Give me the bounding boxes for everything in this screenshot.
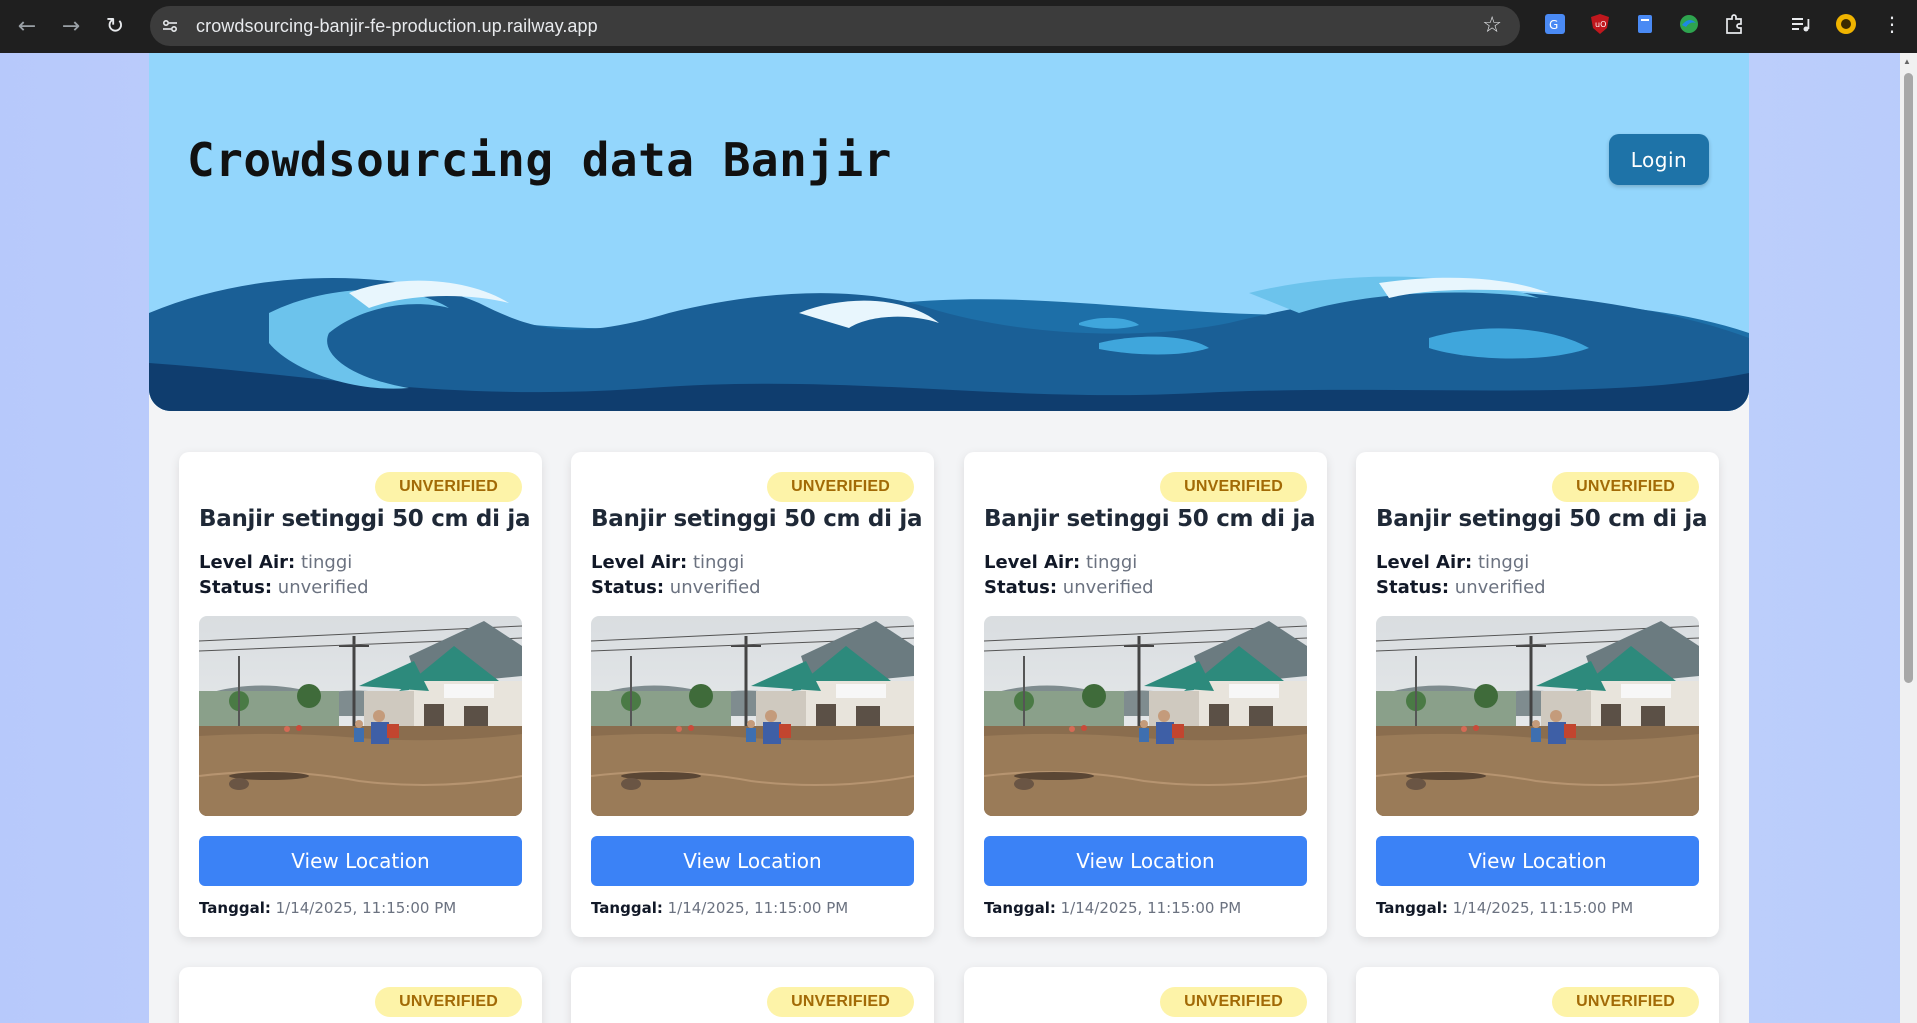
svg-text:G: G bbox=[1549, 18, 1558, 32]
status-badge: UNVERIFIED bbox=[375, 987, 522, 1017]
status-badge: UNVERIFIED bbox=[1160, 987, 1307, 1017]
date-info: Tanggal: 1/14/2025, 11:15:00 PM bbox=[199, 899, 456, 917]
flood-photo bbox=[984, 616, 1307, 816]
level-label: Level Air: bbox=[984, 552, 1081, 573]
date-info: Tanggal: 1/14/2025, 11:15:00 PM bbox=[984, 899, 1241, 917]
status-label: Status: bbox=[984, 577, 1058, 598]
report-card: UNVERIFIED Banjir setinggi 50 cm di jala… bbox=[571, 452, 934, 937]
level-info: Level Air: tinggi bbox=[199, 552, 352, 573]
status-info: Status: unverified bbox=[984, 577, 1154, 598]
hero-header: Crowdsourcing data Banjir Login bbox=[149, 53, 1749, 411]
date-label: Tanggal: bbox=[1376, 899, 1448, 917]
status-value: unverified bbox=[669, 577, 761, 598]
report-card: UNVERIFIED bbox=[964, 967, 1327, 1023]
report-card: UNVERIFIED bbox=[179, 967, 542, 1023]
view-location-button[interactable]: View Location bbox=[1376, 836, 1699, 886]
date-label: Tanggal: bbox=[984, 899, 1056, 917]
level-value: tinggi bbox=[1085, 552, 1138, 573]
level-info: Level Air: tinggi bbox=[1376, 552, 1529, 573]
bookmark-star-icon[interactable]: ☆ bbox=[1482, 13, 1502, 38]
page-container: Crowdsourcing data Banjir Login UNVERIFI… bbox=[149, 53, 1749, 1023]
flood-photo bbox=[199, 616, 522, 816]
site-info-icon[interactable] bbox=[156, 12, 184, 40]
report-title: Banjir setinggi 50 cm di jalan ... bbox=[199, 506, 529, 532]
url-text[interactable]: crowdsourcing-banjir-fe-production.up.ra… bbox=[196, 16, 598, 37]
status-info: Status: unverified bbox=[199, 577, 369, 598]
report-title: Banjir setinggi 50 cm di jalan ... bbox=[984, 506, 1314, 532]
edge-extension-icon[interactable] bbox=[1677, 12, 1701, 36]
status-value: unverified bbox=[1062, 577, 1154, 598]
login-button[interactable]: Login bbox=[1609, 134, 1709, 185]
scroll-up-arrow-icon[interactable]: ▲ bbox=[1903, 57, 1911, 66]
flood-scene-illustration bbox=[1376, 616, 1699, 816]
date-value: 1/14/2025, 11:15:00 PM bbox=[275, 899, 457, 917]
status-info: Status: unverified bbox=[591, 577, 761, 598]
translate-extension-icon[interactable]: G bbox=[1543, 12, 1567, 36]
menu-kebab-icon[interactable]: ⋮ bbox=[1880, 12, 1904, 36]
status-label: Status: bbox=[591, 577, 665, 598]
date-value: 1/14/2025, 11:15:00 PM bbox=[1452, 899, 1634, 917]
report-card: UNVERIFIED bbox=[1356, 967, 1719, 1023]
status-badge: UNVERIFIED bbox=[1160, 472, 1307, 502]
status-badge: UNVERIFIED bbox=[375, 472, 522, 502]
flood-scene-illustration bbox=[591, 616, 914, 816]
browser-toolbar: ← → ↻ crowdsourcing-banjir-fe-production… bbox=[0, 0, 1917, 53]
status-value: unverified bbox=[1454, 577, 1546, 598]
reload-icon[interactable]: ↻ bbox=[93, 5, 137, 49]
level-label: Level Air: bbox=[591, 552, 688, 573]
level-info: Level Air: tinggi bbox=[984, 552, 1137, 573]
date-label: Tanggal: bbox=[591, 899, 663, 917]
date-info: Tanggal: 1/14/2025, 11:15:00 PM bbox=[1376, 899, 1633, 917]
status-value: unverified bbox=[277, 577, 369, 598]
date-label: Tanggal: bbox=[199, 899, 271, 917]
media-controls-icon[interactable] bbox=[1789, 12, 1813, 36]
back-arrow-icon[interactable]: ← bbox=[5, 5, 49, 49]
status-badge: UNVERIFIED bbox=[767, 472, 914, 502]
date-info: Tanggal: 1/14/2025, 11:15:00 PM bbox=[591, 899, 848, 917]
status-badge: UNVERIFIED bbox=[767, 987, 914, 1017]
date-value: 1/14/2025, 11:15:00 PM bbox=[667, 899, 849, 917]
flood-photo bbox=[591, 616, 914, 816]
docs-extension-icon[interactable] bbox=[1633, 12, 1657, 36]
status-badge: UNVERIFIED bbox=[1552, 472, 1699, 502]
flood-scene-illustration bbox=[984, 616, 1307, 816]
report-card: UNVERIFIED Banjir setinggi 50 cm di jala… bbox=[964, 452, 1327, 937]
status-label: Status: bbox=[199, 577, 273, 598]
status-info: Status: unverified bbox=[1376, 577, 1546, 598]
status-badge: UNVERIFIED bbox=[1552, 987, 1699, 1017]
ublock-extension-icon[interactable]: uO bbox=[1588, 12, 1612, 36]
extensions-puzzle-icon[interactable] bbox=[1722, 12, 1746, 36]
report-title: Banjir setinggi 50 cm di jalan ... bbox=[591, 506, 921, 532]
forward-arrow-icon[interactable]: → bbox=[49, 5, 93, 49]
scroll-thumb[interactable] bbox=[1904, 73, 1913, 683]
waves-illustration bbox=[149, 276, 1749, 411]
date-value: 1/14/2025, 11:15:00 PM bbox=[1060, 899, 1242, 917]
level-label: Level Air: bbox=[1376, 552, 1473, 573]
report-card: UNVERIFIED Banjir setinggi 50 cm di jala… bbox=[179, 452, 542, 937]
view-location-button[interactable]: View Location bbox=[199, 836, 522, 886]
report-card: UNVERIFIED Banjir setinggi 50 cm di jala… bbox=[1356, 452, 1719, 937]
status-label: Status: bbox=[1376, 577, 1450, 598]
view-location-button[interactable]: View Location bbox=[984, 836, 1307, 886]
level-value: tinggi bbox=[1477, 552, 1530, 573]
report-title: Banjir setinggi 50 cm di jalan ... bbox=[1376, 506, 1706, 532]
flood-scene-illustration bbox=[199, 616, 522, 816]
level-info: Level Air: tinggi bbox=[591, 552, 744, 573]
view-location-button[interactable]: View Location bbox=[591, 836, 914, 886]
page-scrollbar[interactable]: ▲ bbox=[1900, 53, 1917, 1023]
svg-text:uO: uO bbox=[1595, 20, 1606, 29]
flood-photo bbox=[1376, 616, 1699, 816]
level-value: tinggi bbox=[300, 552, 353, 573]
level-value: tinggi bbox=[692, 552, 745, 573]
profile-avatar-icon[interactable] bbox=[1834, 12, 1858, 36]
page-title: Crowdsourcing data Banjir bbox=[187, 133, 892, 187]
address-bar[interactable]: crowdsourcing-banjir-fe-production.up.ra… bbox=[150, 6, 1520, 46]
level-label: Level Air: bbox=[199, 552, 296, 573]
report-card: UNVERIFIED bbox=[571, 967, 934, 1023]
